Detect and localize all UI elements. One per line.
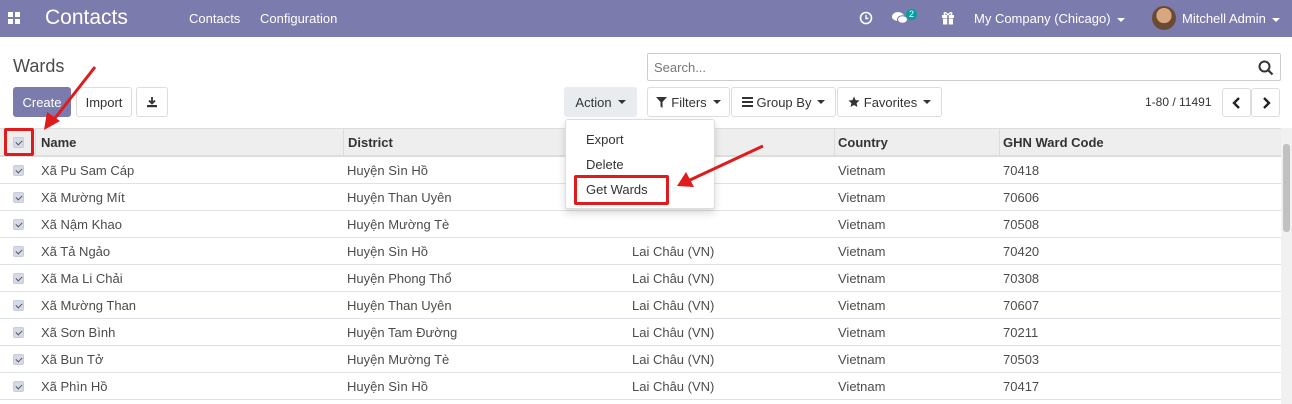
- annotation-arrows: [44, 66, 764, 187]
- arrow-to-get-wards: [689, 144, 764, 182]
- arrow-to-select-all: [50, 66, 97, 123]
